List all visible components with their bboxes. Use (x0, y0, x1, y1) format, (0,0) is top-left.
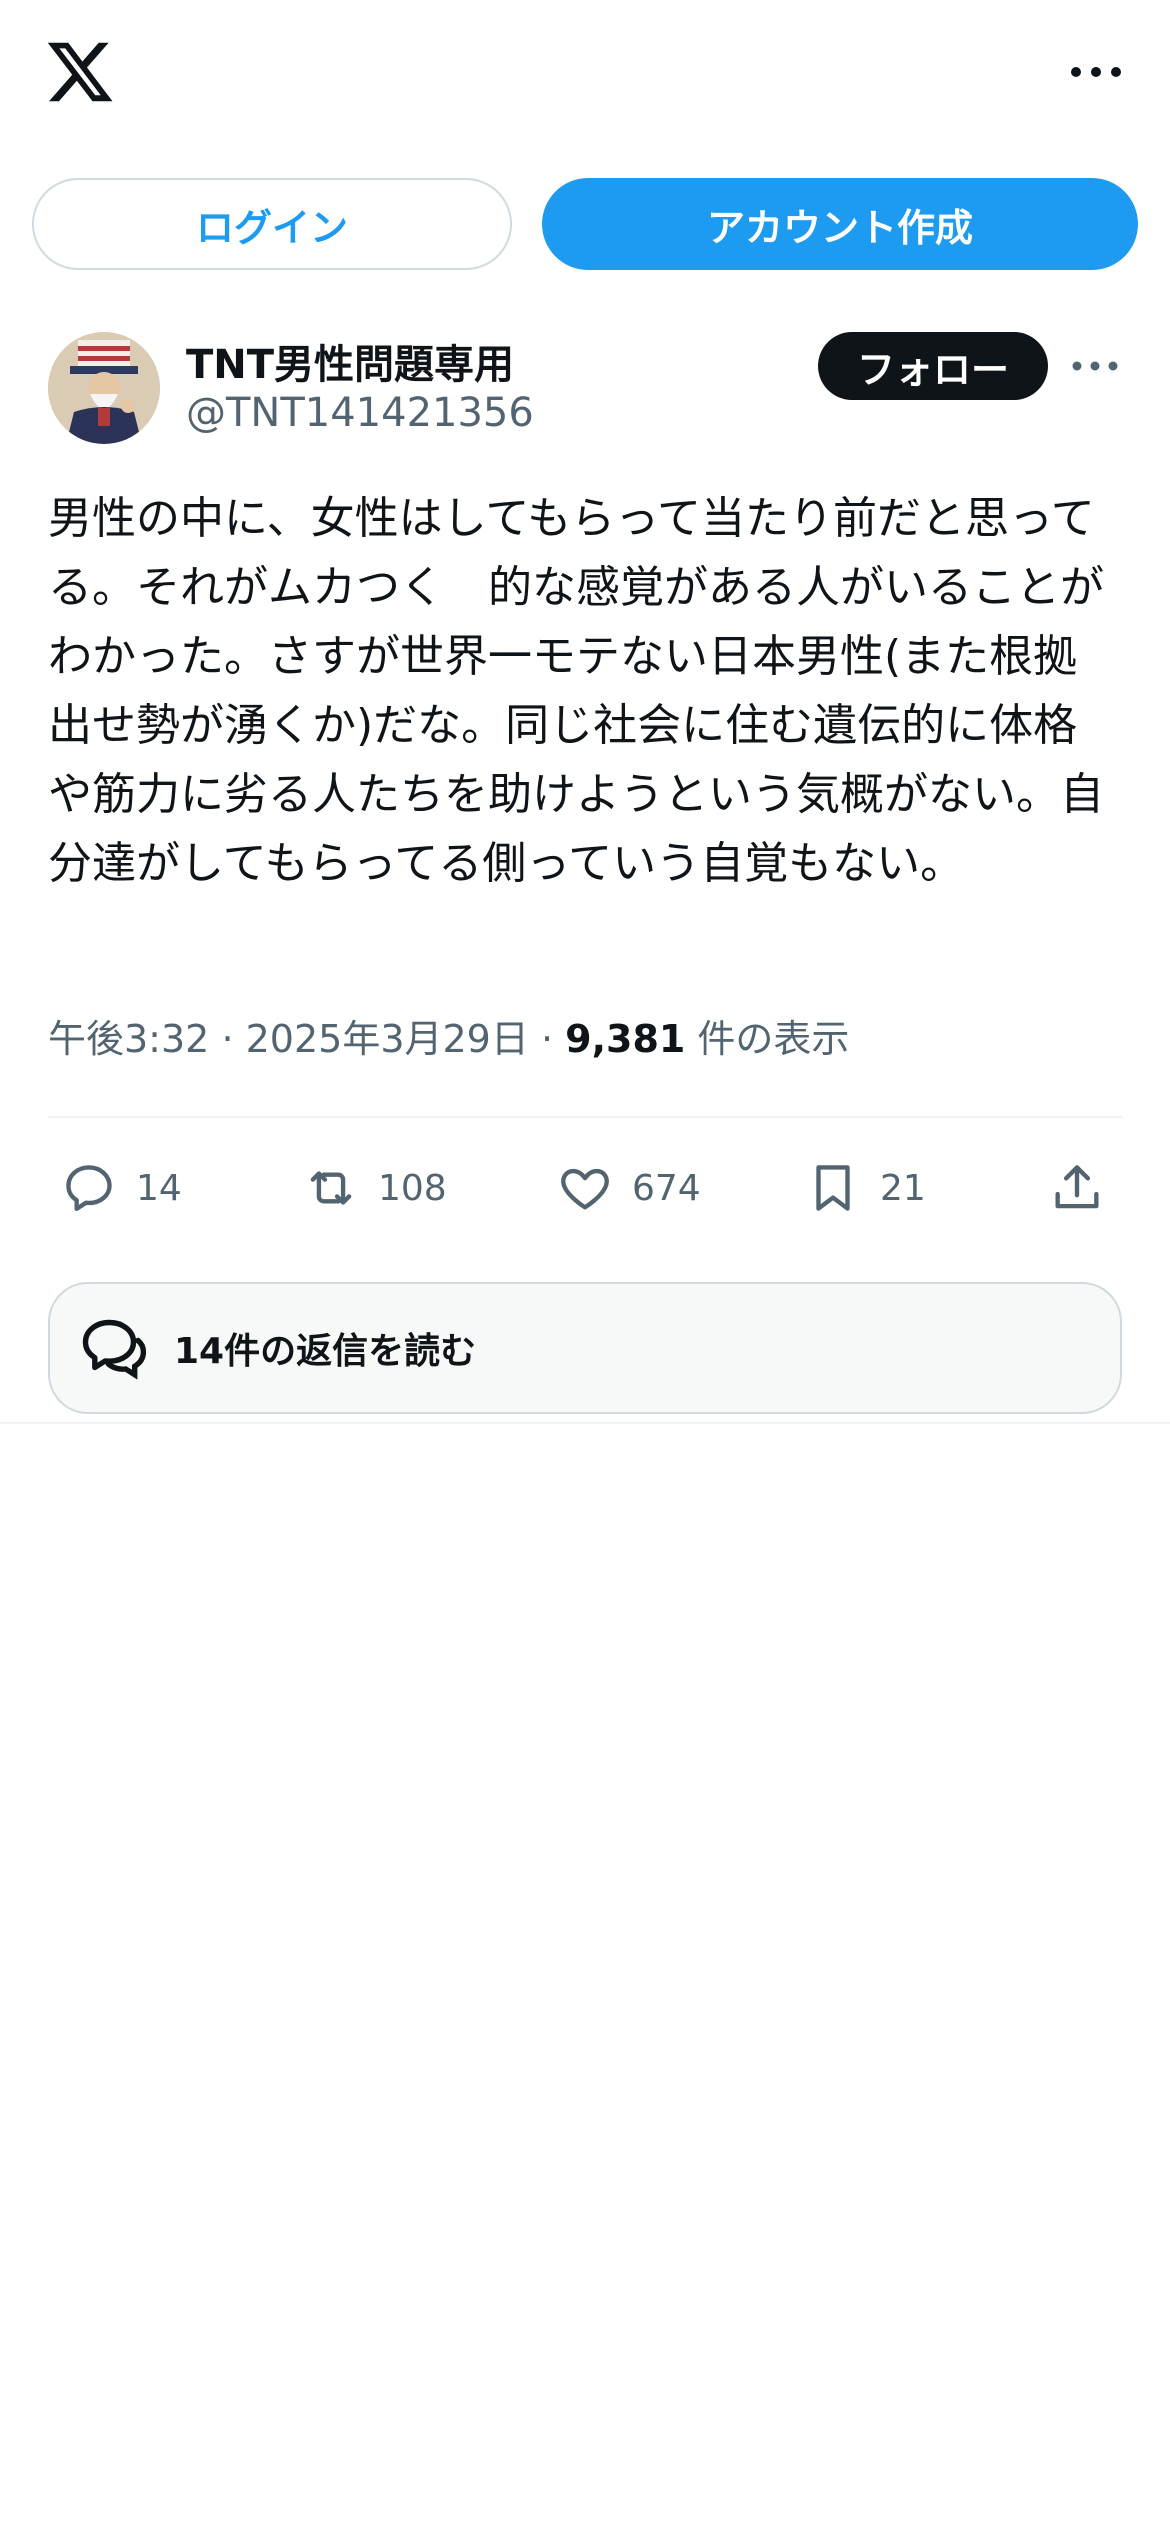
x-logo-icon[interactable] (44, 36, 116, 108)
reply-button[interactable]: 14 (60, 1146, 182, 1230)
bookmark-count: 21 (880, 1167, 926, 1209)
reply-icon (66, 1165, 112, 1211)
read-replies-label: 14件の返信を読む (174, 1331, 477, 1372)
avatar[interactable] (48, 332, 160, 444)
auth-buttons: ログイン アカウント作成 (32, 178, 1138, 270)
login-button[interactable]: ログイン (32, 178, 512, 270)
bookmark-button[interactable]: 21 (804, 1146, 926, 1230)
tweet-actions: 14 108 674 21 (48, 1146, 1122, 1230)
author-handle[interactable]: @TNT141421356 (186, 390, 534, 436)
tweet-author: TNT男性問題専用 @TNT141421356 フォロー (48, 332, 1122, 452)
like-button[interactable]: 674 (556, 1146, 701, 1230)
more-horizontal-icon[interactable] (1066, 52, 1126, 92)
top-bar (0, 0, 1170, 150)
more-horizontal-icon[interactable] (1068, 346, 1122, 386)
bookmark-icon (816, 1165, 850, 1211)
views-label: 件の表示 (697, 1017, 850, 1061)
follow-button[interactable]: フォロー (818, 332, 1048, 400)
tweet-meta: 午後3:32 · 2025年3月29日 · 9,381 件の表示 (48, 1017, 850, 1061)
replies-icon (82, 1319, 147, 1380)
retweet-icon (310, 1171, 352, 1205)
author-name[interactable]: TNT男性問題専用 (186, 332, 514, 390)
retweet-button[interactable]: 108 (302, 1146, 447, 1230)
signup-button[interactable]: アカウント作成 (542, 178, 1138, 270)
avatar-image (48, 332, 160, 444)
divider (48, 1116, 1122, 1118)
tweet-date[interactable]: 2025年3月29日 (246, 1017, 529, 1061)
tweet-time[interactable]: 午後3:32 (48, 1017, 209, 1061)
share-button[interactable] (1048, 1146, 1124, 1230)
views-count: 9,381 (565, 1017, 686, 1061)
retweet-count: 108 (378, 1167, 447, 1209)
reply-count: 14 (136, 1167, 182, 1209)
share-icon (1055, 1165, 1099, 1209)
heart-icon (561, 1168, 609, 1210)
read-replies-button[interactable]: 14件の返信を読む (48, 1282, 1122, 1414)
tweet-text: 男性の中に、女性はしてもらって当たり前だと思ってる。それがムカつく 的な感覚があ… (48, 493, 1104, 889)
divider (0, 1422, 1170, 1424)
like-count: 674 (632, 1167, 701, 1209)
